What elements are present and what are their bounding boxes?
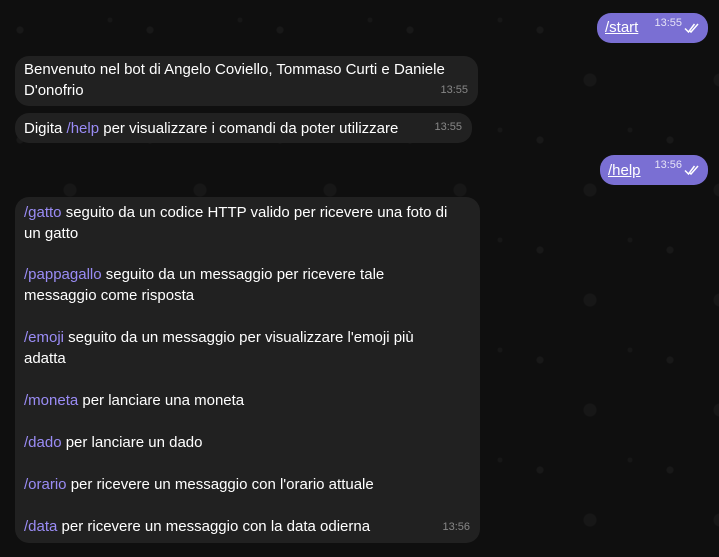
message-time: 13:55 (654, 17, 682, 29)
message-time: 13:55 (434, 121, 462, 133)
command-link-emoji[interactable]: /emoji (24, 329, 64, 346)
command-link-data[interactable]: /data (24, 518, 57, 535)
message-time: 13:56 (654, 159, 682, 171)
command-description: seguito da un messaggio per visualizzare… (24, 329, 414, 367)
command-link-help[interactable]: /help (67, 120, 100, 137)
command-link-start[interactable]: /start (605, 17, 638, 38)
command-link-moneta[interactable]: /moneta (24, 392, 78, 409)
command-link-orario[interactable]: /orario (24, 476, 67, 493)
command-item: /emoji seguito da un messaggio per visua… (24, 327, 454, 369)
command-item: /gatto seguito da un codice HTTP valido … (24, 202, 454, 244)
message-time: 13:55 (440, 84, 468, 96)
message-text: Benvenuto nel bot di Angelo Coviello, To… (24, 61, 445, 99)
command-link-gatto[interactable]: /gatto (24, 204, 62, 221)
command-item: /dado per lanciare un dado (24, 432, 454, 453)
command-description: per ricevere un messaggio con la data od… (57, 518, 371, 535)
command-description: per lanciare una moneta (78, 392, 245, 409)
message-incoming-commands: /gatto seguito da un codice HTTP valido … (15, 197, 480, 543)
command-item: /moneta per lanciare una moneta (24, 390, 454, 411)
message-incoming-welcome: Benvenuto nel bot di Angelo Coviello, To… (15, 56, 478, 106)
message-outgoing-help[interactable]: /help 13:56 (600, 155, 708, 185)
command-link-pappagallo[interactable]: /pappagallo (24, 266, 102, 283)
text-prefix: Digita (24, 120, 67, 137)
double-check-icon (684, 165, 699, 176)
command-item: /orario per ricevere un messaggio con l'… (24, 474, 454, 495)
message-time: 13:56 (442, 521, 470, 533)
command-description: per ricevere un messaggio con l'orario a… (66, 476, 374, 493)
message-outgoing-start[interactable]: /start 13:55 (597, 13, 708, 43)
command-link-help[interactable]: /help (608, 160, 641, 181)
message-text: Digita /help per visualizzare i comandi … (24, 118, 398, 139)
text-suffix: per visualizzare i comandi da poter util… (99, 120, 399, 137)
double-check-icon (684, 23, 699, 34)
command-description: seguito da un codice HTTP valido per ric… (24, 204, 448, 242)
command-item: /pappagallo seguito da un messaggio per … (24, 264, 454, 306)
command-item: /data per ricevere un messaggio con la d… (24, 516, 454, 537)
chat-messages: /start 13:55 Benvenuto nel bot di Angelo… (0, 0, 719, 557)
message-incoming-help-hint: Digita /help per visualizzare i comandi … (15, 113, 472, 143)
command-description: per lanciare un dado (61, 434, 203, 451)
command-link-dado[interactable]: /dado (24, 434, 62, 451)
